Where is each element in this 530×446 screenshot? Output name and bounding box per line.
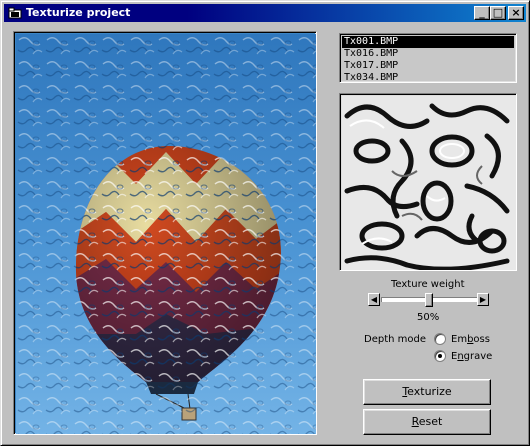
list-item[interactable]: Tx001.BMP bbox=[342, 36, 514, 48]
emboss-label[interactable]: Emboss bbox=[451, 334, 490, 346]
texture-preview-image bbox=[342, 96, 516, 270]
slider-right-button[interactable]: ▶ bbox=[477, 293, 489, 306]
reset-button[interactable]: Reset bbox=[363, 409, 491, 435]
app-window: Texturize project _ □ × Tx001.BMP Tx016.… bbox=[0, 0, 530, 446]
emboss-radio[interactable] bbox=[434, 333, 446, 345]
hot-air-balloon-photo bbox=[16, 34, 316, 434]
minimize-button[interactable]: _ bbox=[474, 6, 490, 20]
radio-selected-dot bbox=[438, 354, 442, 358]
list-item[interactable]: Tx016.BMP bbox=[342, 48, 514, 60]
engrave-radio[interactable] bbox=[434, 350, 446, 362]
maximize-button[interactable]: □ bbox=[490, 6, 506, 20]
folder-icon bbox=[8, 7, 22, 19]
window-title: Texturize project bbox=[26, 6, 131, 19]
depth-mode-label: Depth mode bbox=[364, 334, 426, 345]
balloon-image bbox=[13, 31, 317, 435]
texture-weight-label: Texture weight bbox=[391, 279, 465, 290]
texture-list[interactable]: Tx001.BMP Tx016.BMP Tx017.BMP Tx034.BMP bbox=[339, 33, 517, 83]
slider-left-button[interactable]: ◀ bbox=[368, 293, 380, 306]
list-item[interactable]: Tx034.BMP bbox=[342, 72, 514, 82]
list-item[interactable]: Tx017.BMP bbox=[342, 60, 514, 72]
title-bar[interactable]: Texturize project _ □ × bbox=[4, 4, 526, 22]
slider-thumb[interactable] bbox=[425, 293, 433, 307]
texture-preview bbox=[339, 93, 517, 271]
engrave-label[interactable]: Engrave bbox=[451, 351, 492, 363]
texture-weight-value: 50% bbox=[417, 312, 440, 323]
close-button[interactable]: × bbox=[508, 6, 524, 20]
texturize-button[interactable]: Texturize bbox=[363, 379, 491, 405]
